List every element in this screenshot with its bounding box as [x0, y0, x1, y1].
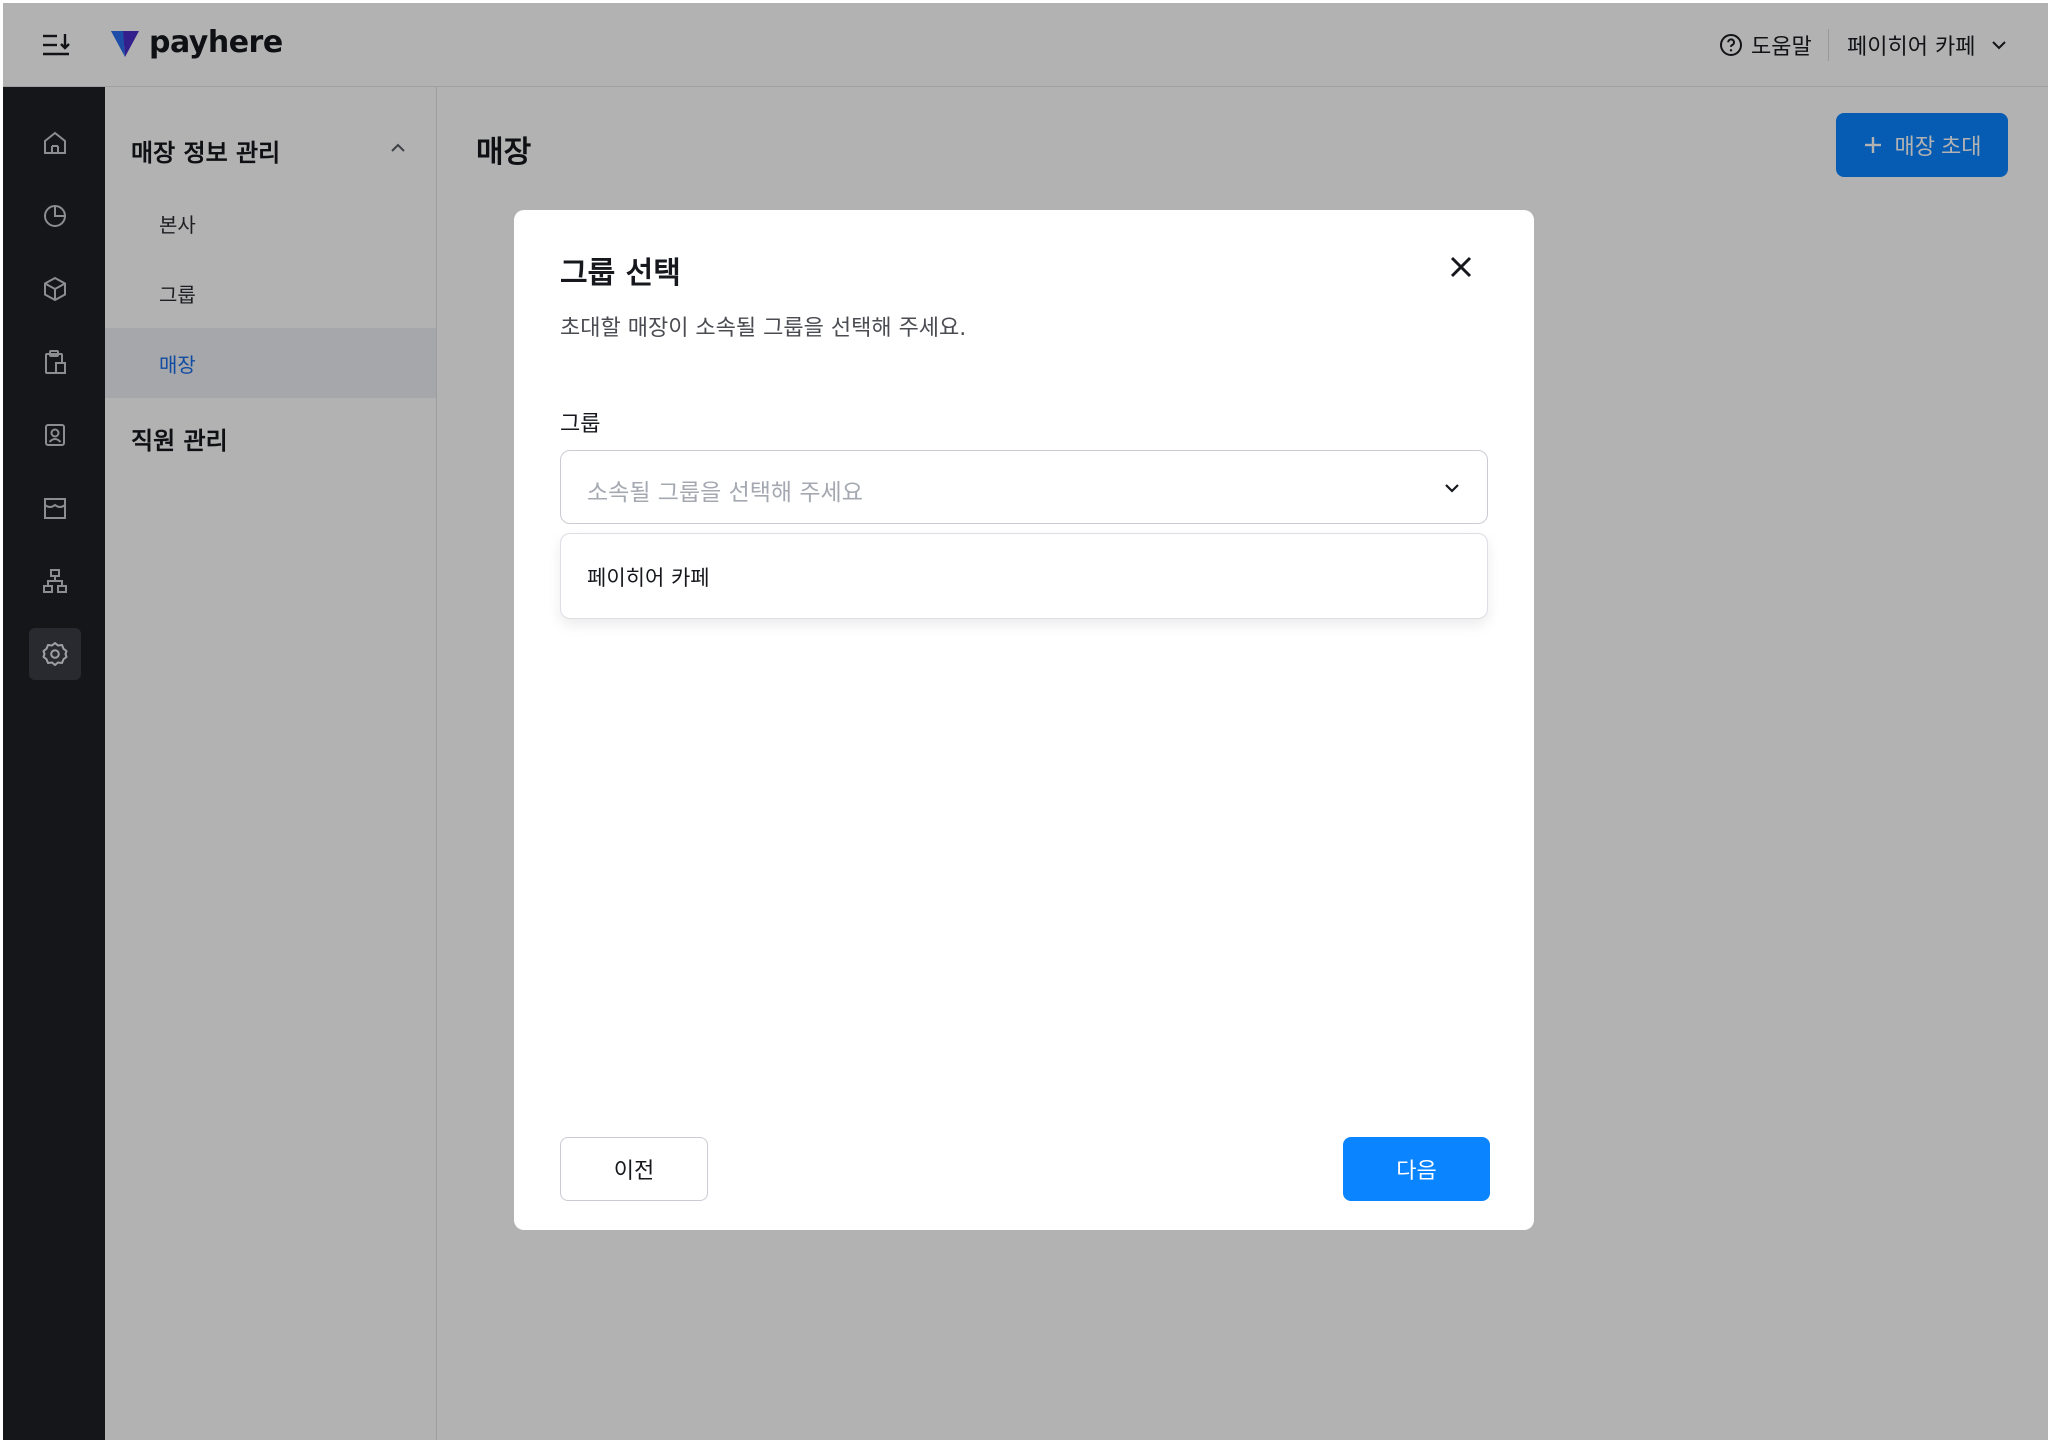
next-button[interactable]: 다음: [1343, 1137, 1490, 1201]
group-select[interactable]: 소속될 그룹을 선택해 주세요: [560, 450, 1488, 524]
group-field-label: 그룹: [560, 412, 601, 437]
previous-button[interactable]: 이전: [560, 1137, 708, 1201]
group-dropdown-menu: 페이히어 카페: [560, 533, 1488, 619]
group-select-placeholder: 소속될 그룹을 선택해 주세요: [587, 480, 863, 506]
group-select-dialog: 그룹 선택 초대할 매장이 소속될 그룹을 선택해 주세요. 그룹 소속될 그룹…: [514, 210, 1534, 1230]
group-option[interactable]: 페이히어 카페: [587, 562, 710, 592]
dialog-description: 초대할 매장이 소속될 그룹을 선택해 주세요.: [560, 316, 967, 341]
dialog-title: 그룹 선택: [560, 256, 681, 291]
chevron-down-icon: [1445, 484, 1459, 493]
close-icon[interactable]: [1444, 250, 1478, 284]
app-window: payhere 도움말 페이히어 카페 매장 정보 관리 본사 그룹 매장 직원…: [3, 3, 2048, 1440]
